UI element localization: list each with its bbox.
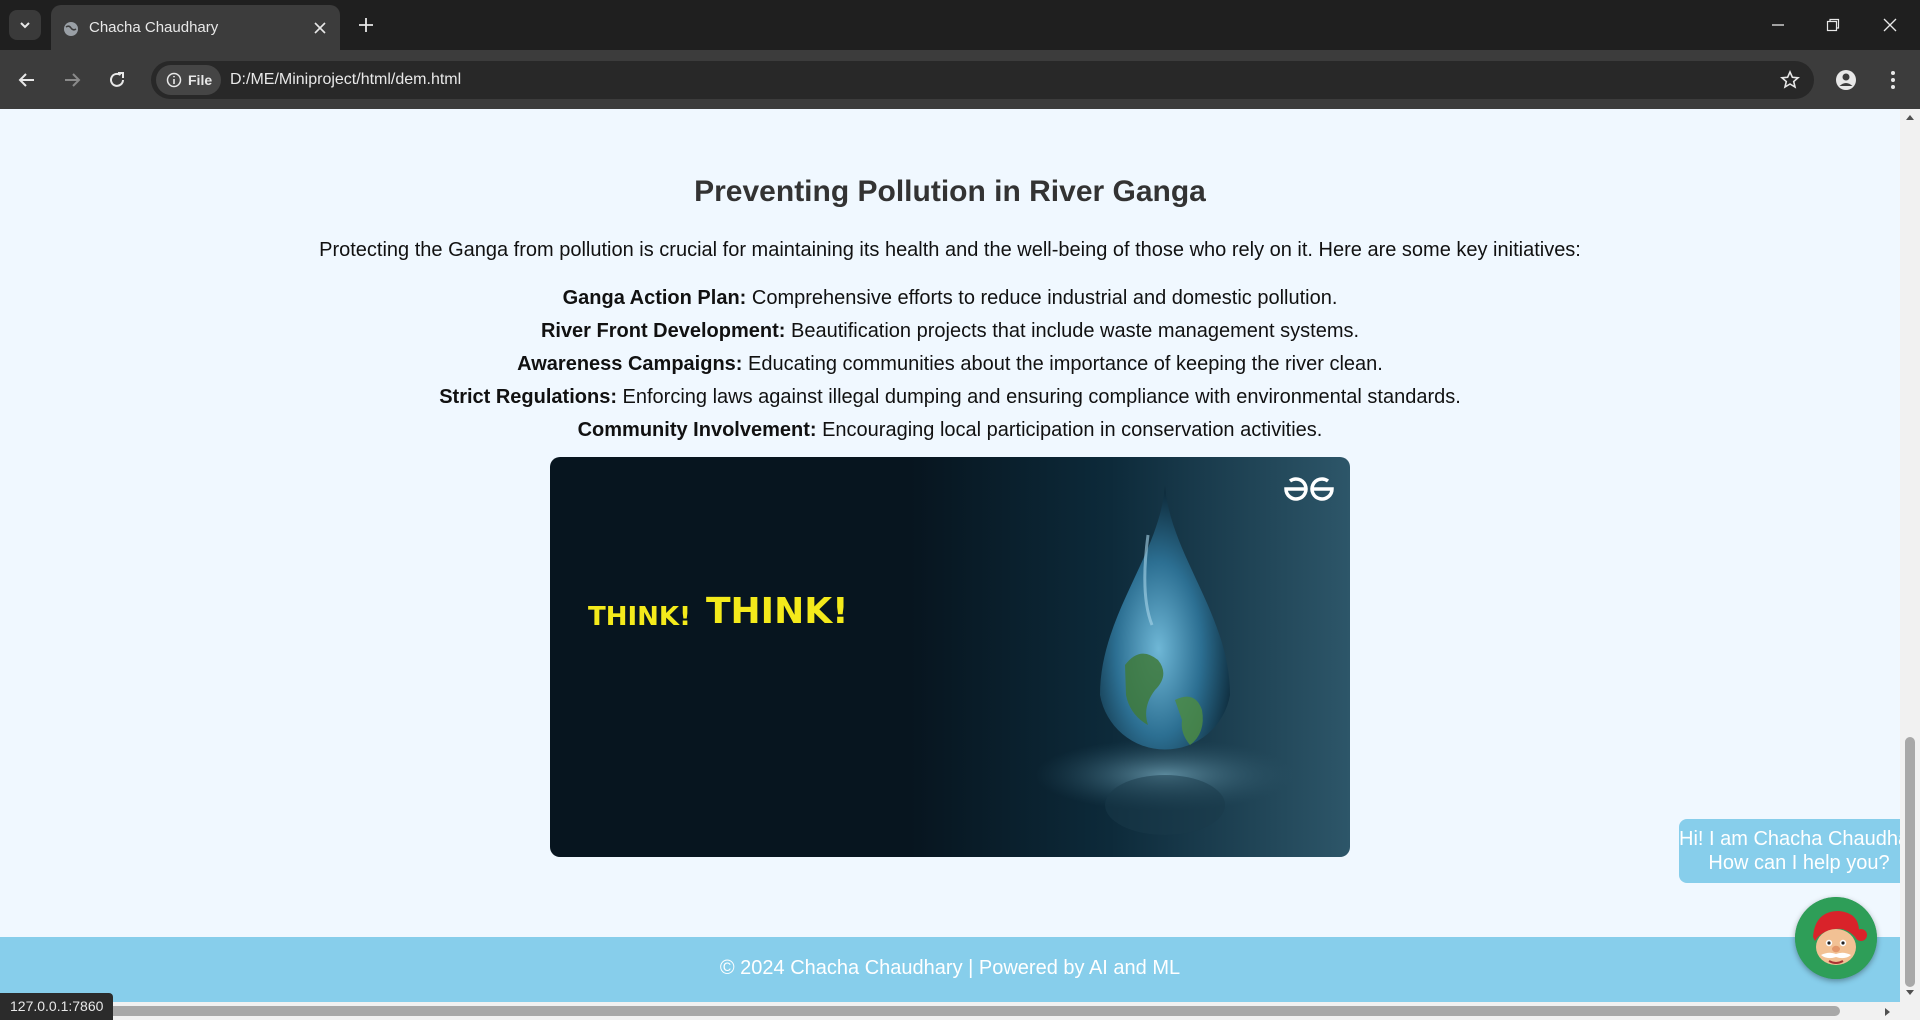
think-text-small: THINK! <box>588 602 691 632</box>
scroll-down-arrow-icon[interactable] <box>1905 989 1915 997</box>
forward-icon <box>65 73 81 87</box>
chacha-chaudhary-avatar-icon <box>1795 897 1877 979</box>
plus-icon <box>359 18 373 32</box>
page-footer: © 2024 Chacha Chaudhary | Powered by AI … <box>0 937 1900 1002</box>
back-icon <box>18 73 34 87</box>
profile-button[interactable] <box>1830 64 1862 96</box>
list-item: Strict Regulations: Enforcing laws again… <box>0 381 1900 414</box>
initiative-text: Comprehensive efforts to reduce industri… <box>746 287 1338 309</box>
bookmark-button[interactable] <box>1778 68 1802 92</box>
chatbot-avatar-button[interactable] <box>1795 897 1877 979</box>
tab-search-button[interactable] <box>9 10 41 40</box>
site-chip-label: File <box>188 72 213 88</box>
restore-icon <box>1826 18 1840 32</box>
menu-button[interactable] <box>1877 64 1909 96</box>
initiative-title: River Front Development: <box>540 320 786 342</box>
intro-paragraph: Protecting the Ganga from pollution is c… <box>319 239 1581 261</box>
pollution-banner-image: THINK! THINK! <box>550 457 1350 857</box>
scroll-right-arrow-icon[interactable] <box>1884 1007 1892 1017</box>
tab-strip: Chacha Chaudhary <box>0 0 1920 50</box>
initiative-text: Educating communities about the importan… <box>742 353 1383 375</box>
close-window-button[interactable] <box>1872 10 1908 40</box>
list-item: Community Involvement: Encouraging local… <box>0 414 1900 447</box>
initiative-text: Enforcing laws against illegal dumping a… <box>616 386 1461 408</box>
reload-icon <box>110 72 124 87</box>
globe-icon <box>64 22 78 36</box>
water-drop-earth-icon <box>1035 485 1295 835</box>
chat-greeting-line: Hi! I am Chacha Chaudhary <box>1679 828 1900 850</box>
more-icon <box>1891 71 1895 89</box>
initiative-text: Encouraging local participation in conse… <box>816 419 1323 441</box>
initiative-title: Community Involvement: <box>577 419 817 441</box>
forward-button[interactable] <box>56 64 88 96</box>
horizontal-scroll-thumb[interactable] <box>100 1006 1840 1016</box>
site-info-chip[interactable]: File <box>156 65 221 95</box>
scroll-up-arrow-icon[interactable] <box>1905 113 1915 121</box>
vertical-scroll-thumb[interactable] <box>1905 737 1915 987</box>
chatbot-greeting-bubble[interactable]: Hi! I am Chacha Chaudhary How can I help… <box>1679 819 1900 883</box>
initiatives-list: Ganga Action Plan: Comprehensive efforts… <box>0 282 1900 447</box>
reload-button[interactable] <box>101 64 133 96</box>
new-tab-button[interactable] <box>354 13 378 37</box>
list-item: Ganga Action Plan: Comprehensive efforts… <box>0 282 1900 315</box>
close-icon <box>1883 18 1897 32</box>
close-icon <box>314 22 326 34</box>
list-item: Awareness Campaigns: Educating communiti… <box>0 348 1900 381</box>
profile-icon <box>1836 70 1856 90</box>
star-icon <box>1780 70 1800 89</box>
minimize-icon <box>1772 24 1784 26</box>
vertical-scrollbar[interactable] <box>1900 109 1920 1002</box>
page-title: Preventing Pollution in River Ganga <box>694 175 1206 208</box>
browser-toolbar: File D:/ME/Miniproject/html/dem.html <box>0 50 1920 109</box>
restore-button[interactable] <box>1815 10 1851 40</box>
browser-tab[interactable]: Chacha Chaudhary <box>51 5 340 50</box>
tab-title: Chacha Chaudhary <box>89 19 219 36</box>
chevron-down-icon <box>20 22 30 29</box>
address-bar[interactable]: File D:/ME/Miniproject/html/dem.html <box>151 61 1814 99</box>
minimize-button[interactable] <box>1760 10 1796 40</box>
info-icon <box>166 72 182 88</box>
initiative-title: Ganga Action Plan: <box>562 287 747 309</box>
footer-text: © 2024 Chacha Chaudhary | Powered by AI … <box>719 957 1181 979</box>
horizontal-scrollbar[interactable] <box>0 1002 1920 1020</box>
list-item: River Front Development: Beautification … <box>0 315 1900 348</box>
initiative-text: Beautification projects that include was… <box>785 320 1360 342</box>
chat-greeting-line: How can I help you? <box>1708 852 1890 874</box>
status-bar-url: 127.0.0.1:7860 <box>0 993 114 1020</box>
page-viewport: Preventing Pollution in River Ganga Prot… <box>0 109 1900 1002</box>
think-text-large: THINK! <box>706 591 849 632</box>
tab-close-button[interactable] <box>310 18 330 38</box>
url-text[interactable]: D:/ME/Miniproject/html/dem.html <box>230 71 461 89</box>
initiative-title: Strict Regulations: <box>439 386 617 408</box>
back-button[interactable] <box>11 64 43 96</box>
initiative-title: Awareness Campaigns: <box>517 353 743 375</box>
